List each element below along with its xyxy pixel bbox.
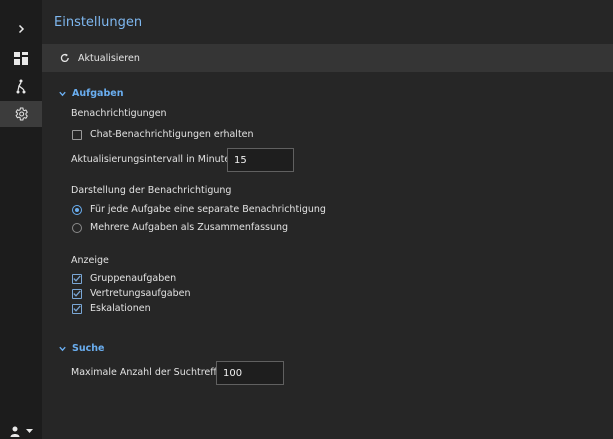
checkmark-icon: [73, 275, 81, 282]
interval-input[interactable]: [227, 148, 294, 172]
page-title: Einstellungen: [54, 14, 143, 30]
radio-separate[interactable]: [72, 204, 82, 215]
chat-notifications-checkbox[interactable]: [72, 129, 82, 140]
radio-summary[interactable]: [72, 222, 82, 233]
chevron-right-icon: [18, 24, 25, 34]
user-menu-button[interactable]: [0, 418, 42, 439]
section-aufgaben-toggle[interactable]: Aufgaben: [59, 88, 123, 99]
check-vertretungsaufgaben-label: Vertretungsaufgaben: [90, 288, 191, 299]
checkmark-icon: [73, 305, 81, 312]
refresh-label: Aktualisieren: [78, 52, 140, 64]
check-gruppenaufgaben-label: Gruppenaufgaben: [90, 273, 177, 284]
sidebar-item-settings[interactable]: [0, 101, 42, 127]
max-results-input[interactable]: [216, 361, 284, 385]
display-heading: Darstellung der Benachrichtigung: [71, 185, 232, 196]
chat-notifications-label: Chat-Benachrichtigungen erhalten: [90, 129, 254, 140]
check-vertretungsaufgaben[interactable]: [72, 288, 82, 299]
gear-icon: [15, 107, 28, 121]
interval-label: Aktualisierungsintervall in Minuten: [71, 154, 237, 165]
check-eskalationen-row[interactable]: Eskalationen: [72, 303, 151, 314]
notifications-heading: Benachrichtigungen: [71, 108, 167, 119]
sidebar: [0, 0, 42, 439]
user-icon: [10, 426, 19, 437]
chevron-down-icon: [59, 91, 66, 96]
chevron-down-icon: [59, 346, 66, 351]
expand-sidebar-button[interactable]: [0, 16, 42, 42]
sidebar-item-flow[interactable]: [0, 73, 42, 99]
sidebar-item-dashboard[interactable]: [0, 45, 42, 71]
check-gruppenaufgaben[interactable]: [72, 273, 82, 284]
settings-content: Aufgaben Benachrichtigungen Chat-Benachr…: [42, 72, 613, 439]
check-eskalationen-label: Eskalationen: [90, 303, 151, 314]
radio-separate-label: Für jede Aufgabe eine separate Benachric…: [90, 204, 326, 215]
refresh-button[interactable]: Aktualisieren: [60, 53, 140, 64]
toolbar: Aktualisieren: [42, 44, 613, 72]
caret-down-icon: [25, 428, 33, 433]
radio-summary-row[interactable]: Mehrere Aufgaben als Zusammenfassung: [72, 222, 288, 233]
anzeige-heading: Anzeige: [71, 255, 109, 266]
section-suche-toggle[interactable]: Suche: [59, 343, 104, 354]
page-header: Einstellungen: [42, 0, 613, 44]
radio-summary-label: Mehrere Aufgaben als Zusammenfassung: [90, 222, 289, 233]
check-gruppenaufgaben-row[interactable]: Gruppenaufgaben: [72, 273, 176, 284]
check-eskalationen[interactable]: [72, 303, 82, 314]
checkmark-icon: [73, 290, 81, 297]
radio-separate-row[interactable]: Für jede Aufgabe eine separate Benachric…: [72, 204, 326, 215]
refresh-icon: [60, 53, 69, 62]
section-suche-title: Suche: [72, 343, 105, 354]
section-aufgaben-title: Aufgaben: [72, 88, 124, 99]
max-results-label: Maximale Anzahl der Suchtreffer: [71, 367, 227, 378]
dashboard-icon: [14, 51, 28, 65]
check-vertretungsaufgaben-row[interactable]: Vertretungsaufgaben: [72, 288, 190, 299]
flow-icon: [16, 79, 26, 93]
chat-notifications-row[interactable]: Chat-Benachrichtigungen erhalten: [72, 129, 254, 140]
